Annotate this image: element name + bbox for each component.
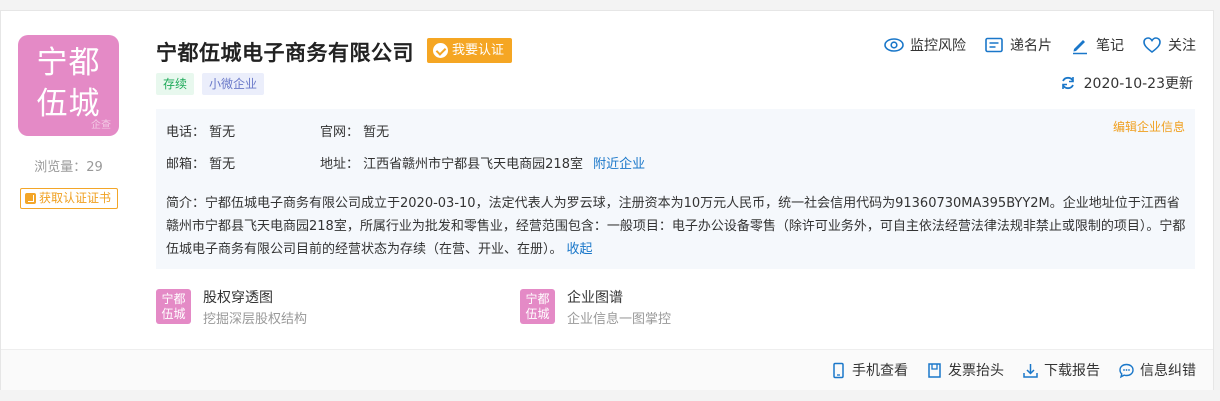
update-info: 2020-10-23更新 <box>1060 73 1193 93</box>
email-row: 邮箱： 暂无 <box>166 153 235 172</box>
refresh-icon[interactable] <box>1060 75 1076 91</box>
feature-title: 企业图谱 <box>567 290 623 306</box>
enterprise-graph-feature[interactable]: 宁都 伍城 企业图谱 企业信息一图掌控 <box>520 289 671 332</box>
collapse-link[interactable]: 收起 <box>567 242 593 257</box>
bottom-toolbar: 手机查看 发票抬头 下载报告 信息纠错 <box>1 349 1213 390</box>
edit-company-info-link[interactable]: 编辑企业信息 <box>1113 118 1185 135</box>
monitor-risk-label: 监控风险 <box>910 38 966 54</box>
feature-subtitle: 挖掘深层股权结构 <box>203 312 308 327</box>
logo-text-line2: 伍城 <box>36 86 101 122</box>
email-label: 邮箱： <box>166 157 206 172</box>
logo-watermark: 企查 <box>91 120 111 131</box>
bottom-actions: 手机查看 发票抬头 下载报告 信息纠错 <box>830 360 1196 380</box>
equity-icon-line2: 伍城 <box>161 307 186 321</box>
address-value: 江西省赣州市宁都县飞天电商园218室 <box>363 157 583 172</box>
feature-subtitle: 企业信息一图掌控 <box>567 312 672 327</box>
equity-chart-icon: 宁都 伍城 <box>156 289 191 324</box>
monitor-risk-button[interactable]: 监控风险 <box>884 35 966 55</box>
address-row: 地址： 江西省赣州市宁都县飞天电商园218室 附近企业 <box>320 153 645 172</box>
intro-text: 宁都伍城电子商务有限公司成立于2020-03-10，法定代表人为罗云球，注册资本… <box>166 196 1186 257</box>
mobile-view-button[interactable]: 手机查看 <box>830 360 908 380</box>
intro-label: 简介： <box>166 196 206 211</box>
note-button[interactable]: 笔记 <box>1070 35 1124 55</box>
report-error-button[interactable]: 信息纠错 <box>1118 360 1196 380</box>
get-certificate-button[interactable]: 获取认证证书 <box>20 188 119 209</box>
report-error-label: 信息纠错 <box>1140 363 1196 379</box>
follow-label: 关注 <box>1168 38 1196 54</box>
nearby-companies-link[interactable]: 附近企业 <box>593 157 645 172</box>
chat-bubble-icon <box>1119 363 1134 378</box>
invoice-header-button[interactable]: 发票抬头 <box>926 360 1004 380</box>
graph-icon-line1: 宁都 <box>525 292 550 306</box>
website-value: 暂无 <box>363 125 390 140</box>
header-actions: 监控风险 递名片 笔记 关注 <box>884 35 1196 55</box>
view-count: 浏览量：29 <box>34 160 103 175</box>
heart-icon <box>1143 37 1161 54</box>
updated-date: 2020-10-23更新 <box>1083 76 1193 92</box>
download-report-label: 下载报告 <box>1044 363 1100 379</box>
website-row: 官网： 暂无 <box>320 121 389 140</box>
invoice-header-label: 发票抬头 <box>948 363 1004 379</box>
company-intro: 简介：宁都伍城电子商务有限公司成立于2020-03-10，法定代表人为罗云球，注… <box>166 192 1186 261</box>
phone-value: 暂无 <box>209 125 236 140</box>
phone-label: 电话： <box>166 125 206 140</box>
mobile-view-label: 手机查看 <box>852 363 908 379</box>
verify-button[interactable]: 我要认证 <box>427 38 513 63</box>
scale-badge: 小微企业 <box>202 73 265 95</box>
verified-badge-icon <box>433 43 448 58</box>
mobile-phone-icon <box>833 362 844 378</box>
business-card-label: 递名片 <box>1010 38 1052 54</box>
get-certificate-label: 获取认证证书 <box>39 191 112 205</box>
download-report-button[interactable]: 下载报告 <box>1022 360 1100 380</box>
address-label: 地址： <box>320 157 360 172</box>
graph-icon-line2: 伍城 <box>525 307 550 321</box>
business-card-button[interactable]: 递名片 <box>984 35 1052 55</box>
note-label: 笔记 <box>1096 38 1124 54</box>
equity-icon-line1: 宁都 <box>161 292 186 306</box>
email-value: 暂无 <box>209 157 236 172</box>
status-tags: 存续 小微企业 <box>156 73 265 95</box>
feature-title: 股权穿透图 <box>203 290 273 306</box>
website-label: 官网： <box>320 125 360 140</box>
certificate-icon <box>25 193 36 204</box>
invoice-icon <box>928 362 941 378</box>
company-name: 宁都伍城电子商务有限公司 <box>156 41 414 65</box>
status-badge: 存续 <box>156 73 195 95</box>
follow-button[interactable]: 关注 <box>1142 35 1196 55</box>
logo-text-line1: 宁都 <box>36 45 101 81</box>
card-icon <box>985 37 1003 53</box>
enterprise-graph-icon: 宁都 伍城 <box>520 289 555 324</box>
company-logo: 宁都 伍城 企查 <box>18 35 119 136</box>
eye-icon <box>884 38 904 52</box>
company-info-panel: 电话： 暂无 官网： 暂无 编辑企业信息 邮箱： 暂无 地址： 江西省赣州市宁都… <box>156 109 1195 269</box>
download-icon <box>1023 363 1038 378</box>
phone-row: 电话： 暂无 <box>166 121 235 140</box>
equity-penetration-feature[interactable]: 宁都 伍城 股权穿透图 挖掘深层股权结构 <box>156 289 307 332</box>
verify-label: 我要认证 <box>452 43 505 58</box>
company-card: 宁都 伍城 企查 浏览量：29 获取认证证书 宁都伍城电子商务有限公司 我要认证… <box>0 10 1214 390</box>
pencil-icon <box>1073 40 1087 55</box>
